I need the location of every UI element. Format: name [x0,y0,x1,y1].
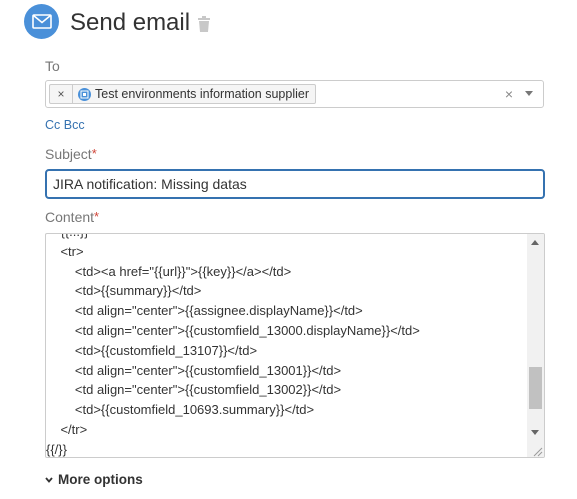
content-line: <td>{{customfield_10693.summary}}</td> [46,402,315,418]
content-required-mark: * [94,209,100,224]
content-scrollbar[interactable] [527,234,544,457]
clear-recipients-icon[interactable]: × [505,86,513,102]
trash-icon[interactable] [197,16,211,32]
more-options-toggle[interactable]: More options [45,472,143,487]
dialog-title: Send email [70,9,191,36]
content-label-text: Content [45,209,95,225]
content-line: <td align="center">{{customfield_13001}}… [46,362,342,378]
content-line: {{...}} [46,234,527,242]
content-line: <td align="center">{{customfield_13002}}… [46,382,342,398]
subject-input[interactable] [45,169,545,199]
content-text[interactable]: {{...}} <tr> <td><a href="{{url}}">{{key… [46,234,527,457]
subject-label-text: Subject [45,146,92,162]
subject-required-mark: * [91,146,97,161]
scroll-thumb[interactable] [529,367,542,409]
to-field[interactable]: × Test environments information supplier… [45,80,544,108]
cc-link[interactable]: Cc [45,118,60,132]
email-icon [24,4,59,39]
content-line: <td>{{customfield_13107}}</td> [46,342,258,358]
chevron-down-icon [45,476,53,483]
bcc-link[interactable]: Bcc [64,118,85,132]
cc-bcc-links: Cc Bcc [45,118,85,132]
content-line: {{/}} [46,441,67,457]
subject-label: Subject* [45,146,97,162]
content-line: <td>{{summary}}</td> [46,283,202,299]
more-options-label: More options [58,472,143,487]
recipient-chip: × Test environments information supplier [49,84,316,104]
content-line: <td><a href="{{url}}">{{key}}</a></td> [46,263,292,279]
content-line: <td align="center">{{assignee.displayNam… [46,303,363,319]
content-editor[interactable]: {{...}} <tr> <td><a href="{{url}}">{{key… [45,233,545,458]
content-line: </tr> [46,421,88,437]
content-line: <td align="center">{{customfield_13000.d… [46,322,420,338]
group-icon [78,87,91,101]
to-label: To [45,58,60,74]
chevron-down-icon[interactable] [525,91,533,96]
scroll-up-icon[interactable] [531,240,539,245]
resize-grip-icon[interactable] [531,444,543,457]
recipient-name: Test environments information supplier [95,87,309,101]
scroll-down-icon[interactable] [531,430,539,435]
chip-remove-button[interactable]: × [50,85,73,103]
content-label: Content* [45,209,99,225]
content-line: <tr> [46,243,84,259]
